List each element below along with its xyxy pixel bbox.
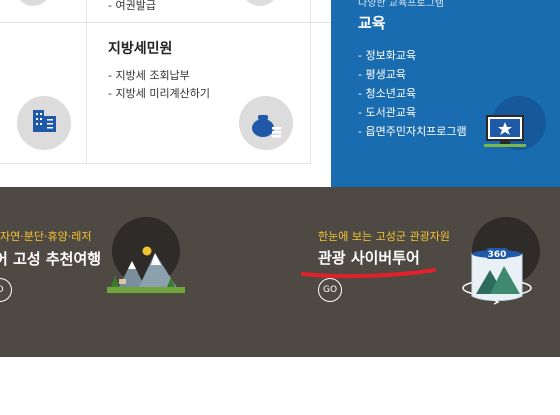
education-item[interactable]: - 평생교육 xyxy=(358,65,467,84)
local-tax-list: - 지방세 조회납부 - 지방세 미리계산하기 xyxy=(108,67,210,103)
education-list: - 정보화교육 - 평생교육 - 청소년교육 - 도서관교육 - 읍면주민자치프… xyxy=(358,46,467,141)
education-title[interactable]: 교육 xyxy=(358,12,386,33)
building-icon[interactable] xyxy=(17,96,71,150)
money-bag-icon[interactable] xyxy=(239,96,293,150)
passport-link[interactable]: - 여권발급 xyxy=(108,0,156,12)
card-bottom-border xyxy=(0,163,311,164)
monitor-star-icon xyxy=(484,115,526,147)
education-item[interactable]: - 도서관교육 xyxy=(358,103,467,122)
recommend-travel-category: 자연·분단·휴양·레저 xyxy=(0,230,92,243)
mountain-travel-icon xyxy=(107,246,185,293)
column-divider xyxy=(310,0,311,163)
education-item[interactable]: - 읍면주민자치프로그램 xyxy=(358,122,467,141)
education-item[interactable]: - 정보화교육 xyxy=(358,46,467,65)
icon-360-label: 360 xyxy=(488,250,507,260)
recommend-travel-title[interactable]: 어 고성 추천여행 xyxy=(0,248,101,269)
card-divider xyxy=(0,0,331,23)
local-tax-calculate-link[interactable]: - 지방세 미리계산하기 xyxy=(108,85,210,103)
education-subtitle: 다양한 교육프로그램 xyxy=(358,0,444,9)
local-tax-title[interactable]: 지방세민원 xyxy=(108,38,172,58)
local-tax-inquiry-link[interactable]: - 지방세 조회납부 xyxy=(108,67,210,85)
panorama-360-icon: 360 xyxy=(462,248,532,305)
cyber-tour-category: 한눈에 보는 고성군 관광자원 xyxy=(318,230,450,243)
column-divider xyxy=(86,0,87,163)
cyber-tour-go-button[interactable]: GO xyxy=(318,278,342,302)
education-item[interactable]: - 청소년교육 xyxy=(358,84,467,103)
highlight-underline xyxy=(301,268,436,279)
